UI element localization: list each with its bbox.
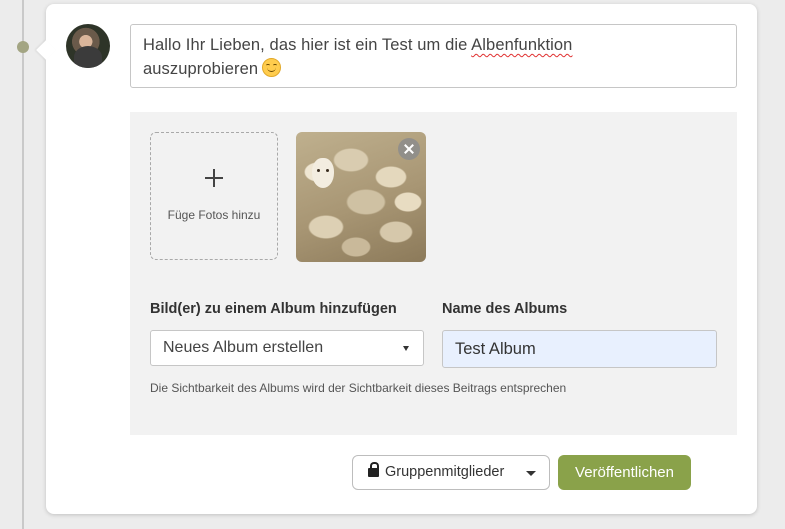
sheep-photo-detail	[312, 158, 334, 188]
misspelled-word: Albenfunktion	[471, 36, 573, 54]
album-name-input[interactable]	[442, 330, 717, 368]
chevron-down-icon	[403, 346, 409, 351]
album-select[interactable]: Neues Album erstellen	[150, 330, 424, 366]
post-text-part: auszuprobieren	[143, 60, 259, 78]
avatar	[66, 24, 110, 68]
plus-icon	[205, 169, 223, 187]
post-composer-card: Hallo Ihr Lieben, das hier ist ein Test …	[36, 4, 757, 514]
post-text-part: Hallo Ihr Lieben, das hier ist ein Test …	[143, 36, 472, 54]
audience-label: Gruppenmitglieder	[385, 464, 505, 480]
photo-thumbnail[interactable]	[296, 132, 426, 262]
visibility-note: Die Sichtbarkeit des Albums wird der Sic…	[150, 381, 567, 395]
caret-down-icon	[526, 471, 536, 476]
timeline-line	[22, 0, 24, 529]
card-pointer	[36, 40, 56, 60]
add-photos-button[interactable]: Füge Fotos hinzu	[150, 132, 278, 260]
album-select-value: Neues Album erstellen	[163, 339, 324, 356]
timeline-dot	[17, 41, 29, 53]
album-panel: Füge Fotos hinzu Bild(er) zu einem Album…	[130, 112, 737, 435]
post-text-input[interactable]: Hallo Ihr Lieben, das hier ist ein Test …	[130, 24, 737, 88]
remove-photo-icon[interactable]	[398, 138, 420, 160]
lock-icon	[368, 462, 379, 477]
publish-button[interactable]: Veröffentlichen	[558, 455, 691, 490]
audience-dropdown-button[interactable]: Gruppenmitglieder	[352, 455, 550, 490]
add-to-album-label: Bild(er) zu einem Album hinzufügen	[150, 301, 397, 317]
add-photos-label: Füge Fotos hinzu	[167, 208, 261, 222]
smiling-face-emoji-icon	[262, 58, 282, 77]
album-name-label: Name des Albums	[442, 301, 568, 317]
